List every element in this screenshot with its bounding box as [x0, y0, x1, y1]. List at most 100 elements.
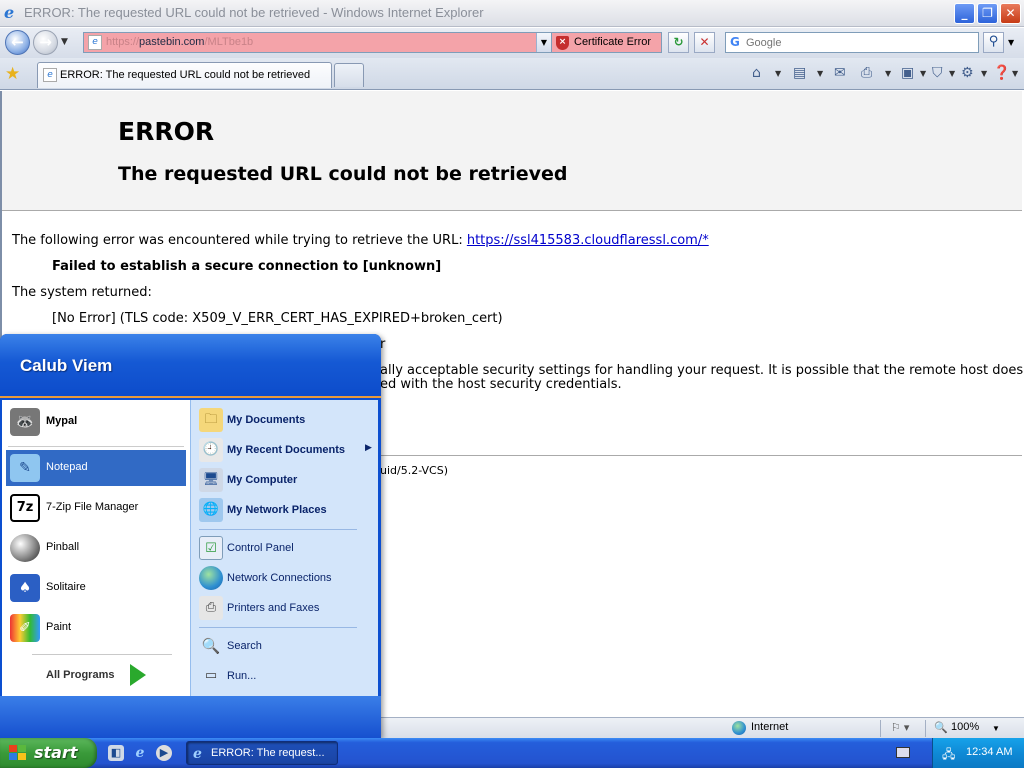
- home-icon[interactable]: ⌂: [752, 65, 761, 81]
- tab-active[interactable]: e ERROR: The requested URL could not be …: [37, 62, 332, 88]
- raccoon-icon: 🦝: [10, 408, 40, 436]
- navigation-bar: ← → ▼ e https://pastebin.com/MLTbe1b ▼ ×…: [0, 28, 1024, 58]
- search-options-dropdown-icon[interactable]: ▼: [1008, 38, 1014, 47]
- page-menu-icon[interactable]: ▣: [901, 65, 914, 81]
- search-box[interactable]: G: [725, 32, 979, 53]
- solitaire-icon: ♠: [10, 574, 40, 602]
- favorites-star-icon[interactable]: ★: [5, 64, 20, 84]
- quicklaunch-ie-icon[interactable]: e: [132, 745, 148, 761]
- printer-icon: ⎙: [199, 596, 223, 620]
- place-run[interactable]: ▭ Run...: [197, 662, 375, 690]
- system-tray: 🖧 12:34 AM: [932, 738, 1024, 768]
- 7zip-icon: 7z: [10, 494, 40, 522]
- program-7zip[interactable]: 7z 7-Zip File Manager: [6, 490, 186, 526]
- page-dropdown-icon[interactable]: ▼: [920, 69, 926, 78]
- address-dropdown-icon[interactable]: ▼: [536, 33, 551, 52]
- window-titlebar: e ERROR: The requested URL could not be …: [0, 0, 1024, 27]
- program-solitaire[interactable]: ♠ Solitaire: [6, 570, 186, 606]
- run-icon: ▭: [204, 668, 218, 683]
- security-zone-label[interactable]: Internet: [751, 721, 788, 733]
- task-label: ERROR: The request...: [211, 747, 325, 759]
- refresh-button[interactable]: ↻: [668, 32, 689, 53]
- forward-button[interactable]: →: [33, 30, 58, 55]
- program-pinball[interactable]: Pinball: [6, 530, 186, 566]
- error-subtitle: The requested URL could not be retrieved: [118, 163, 568, 185]
- place-printers-and-faxes[interactable]: ⎙ Printers and Faxes: [197, 594, 375, 622]
- all-programs-arrow-icon: [130, 664, 146, 686]
- error-title: ERROR: [118, 117, 215, 146]
- zoom-icon: 🔍: [934, 722, 948, 734]
- safety-dropdown-icon[interactable]: ▼: [949, 69, 955, 78]
- system-returned-label: The system returned:: [12, 285, 152, 300]
- program-mypal[interactable]: 🦝 Mypal: [6, 404, 186, 440]
- place-my-computer[interactable]: 🖥 My Computer: [197, 466, 375, 494]
- program-notepad[interactable]: ✎ Notepad: [6, 450, 186, 486]
- certificate-error-button[interactable]: × Certificate Error: [552, 32, 662, 53]
- tools-gear-icon[interactable]: ⚙: [961, 65, 974, 81]
- place-label: My Network Places: [227, 504, 327, 516]
- zoom-dropdown-icon[interactable]: ▼: [992, 724, 1000, 733]
- place-my-documents[interactable]: 🗀 My Documents: [197, 406, 375, 434]
- place-label: Control Panel: [227, 542, 294, 554]
- print-dropdown-icon[interactable]: ▼: [885, 69, 891, 78]
- zoom-level[interactable]: 100%: [951, 721, 979, 733]
- program-paint[interactable]: ✐ Paint: [6, 610, 186, 646]
- status-bar: Internet ⚐ ▾ 🔍 100% ▼: [380, 717, 1024, 739]
- start-menu-header: Calub Viem: [0, 334, 381, 398]
- control-panel-icon: ☑: [199, 536, 223, 560]
- place-search[interactable]: 🔍 Search: [197, 632, 375, 660]
- search-input[interactable]: [746, 35, 966, 50]
- safety-icon[interactable]: ⛉: [932, 65, 943, 81]
- certificate-error-label: Certificate Error: [574, 36, 652, 48]
- quicklaunch-media-icon[interactable]: ▶: [156, 745, 172, 761]
- search-button[interactable]: ⚲: [983, 32, 1004, 53]
- stop-button[interactable]: ✕: [694, 32, 715, 53]
- network-tray-icon[interactable]: 🖧: [942, 745, 958, 761]
- taskbar-ie-window[interactable]: e ERROR: The request...: [186, 741, 338, 765]
- place-label: My Computer: [227, 474, 298, 486]
- place-label: My Documents: [227, 414, 306, 426]
- places-divider: [199, 529, 357, 530]
- address-bar[interactable]: e https://pastebin.com/MLTbe1b ▼: [83, 32, 552, 53]
- recent-pages-dropdown-icon[interactable]: ▼: [61, 37, 68, 47]
- start-button[interactable]: start: [0, 738, 97, 768]
- clock[interactable]: 12:34 AM: [966, 746, 1012, 758]
- tools-dropdown-icon[interactable]: ▼: [981, 69, 987, 78]
- new-tab-button[interactable]: [334, 63, 364, 87]
- quicklaunch-desktop-icon[interactable]: ◧: [108, 745, 124, 761]
- taskbar: start ◧ e ▶ e ERROR: The request... 🖧 12…: [0, 738, 1024, 768]
- start-menu-footer: [0, 696, 381, 738]
- feeds-icon[interactable]: ▤: [793, 65, 806, 81]
- keyboard-icon[interactable]: [896, 747, 910, 758]
- error-header: ERROR The requested URL could not be ret…: [2, 91, 1022, 211]
- help-dropdown-icon[interactable]: ▼: [1012, 69, 1018, 78]
- home-dropdown-icon[interactable]: ▼: [775, 69, 781, 78]
- error-url-link[interactable]: https://ssl415583.cloudflaressl.com/*: [467, 233, 709, 248]
- place-network-connections[interactable]: Network Connections: [197, 564, 375, 592]
- error-intro: The following error was encountered whil…: [12, 233, 709, 248]
- mail-icon[interactable]: ✉: [834, 65, 846, 81]
- print-icon[interactable]: ⎙: [861, 65, 872, 81]
- place-my-network-places[interactable]: 🌐 My Network Places: [197, 496, 375, 524]
- place-control-panel[interactable]: ☑ Control Panel: [197, 534, 375, 562]
- maximize-button[interactable]: ❐: [977, 3, 998, 24]
- help-icon[interactable]: ❓: [993, 65, 1010, 81]
- all-programs-button[interactable]: All Programs: [32, 662, 182, 688]
- recent-docs-icon: 🕘: [199, 438, 223, 462]
- pinned-divider: [8, 446, 184, 447]
- tls-error-code: [No Error] (TLS code: X509_V_ERR_CERT_HA…: [52, 311, 503, 326]
- protected-mode-icon[interactable]: ⚐ ▾: [891, 721, 909, 734]
- close-button[interactable]: ✕: [1000, 3, 1021, 24]
- google-icon: G: [730, 35, 740, 49]
- search-icon: 🔍: [201, 637, 221, 655]
- address-url[interactable]: https://pastebin.com/MLTbe1b: [106, 36, 253, 48]
- back-button[interactable]: ←: [5, 30, 30, 55]
- page-icon: e: [88, 35, 102, 50]
- feeds-dropdown-icon[interactable]: ▼: [817, 69, 823, 78]
- place-label: Run...: [227, 670, 257, 682]
- minimize-button[interactable]: _: [954, 3, 975, 24]
- status-separator: [925, 720, 926, 737]
- place-my-recent-documents[interactable]: 🕘 My Recent Documents ▶: [197, 436, 375, 464]
- intro-text: The following error was encountered whil…: [12, 233, 467, 248]
- flag-blue: [9, 753, 17, 760]
